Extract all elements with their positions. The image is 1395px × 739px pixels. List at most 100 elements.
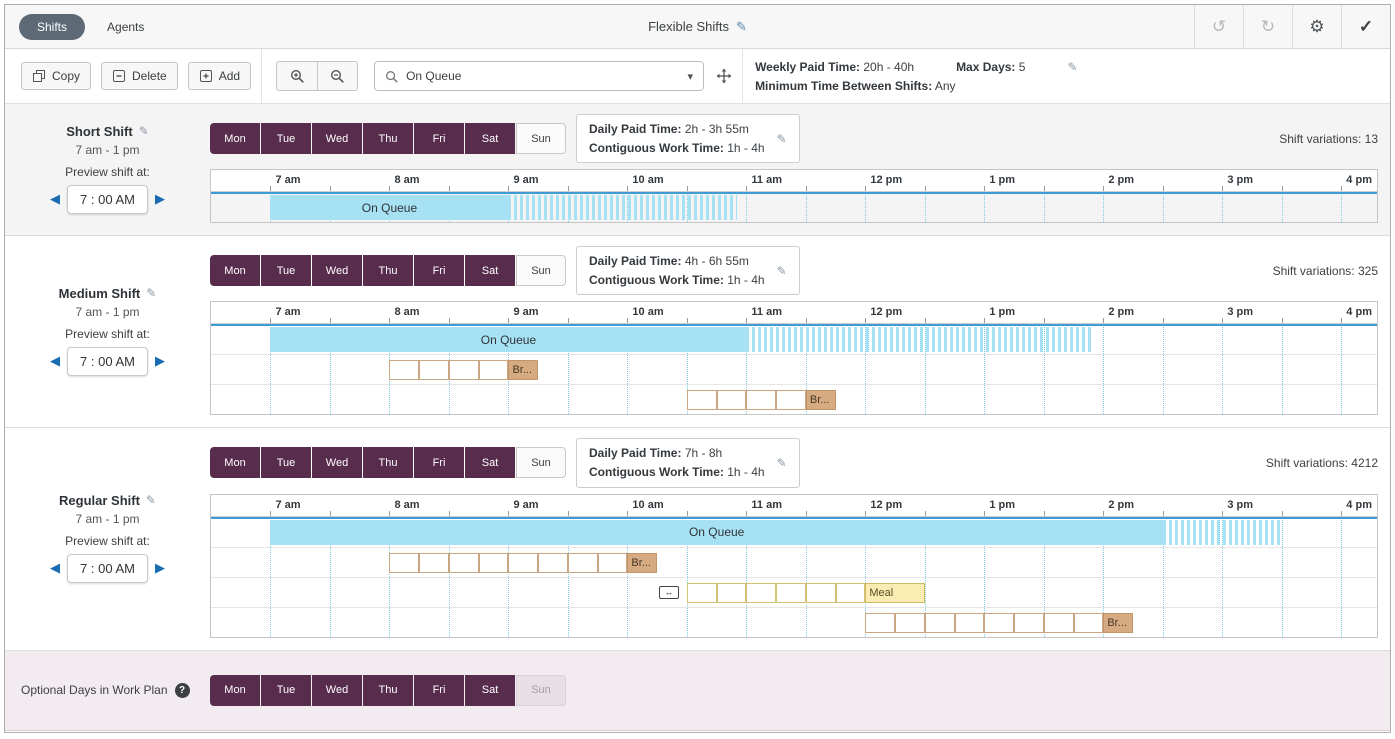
day-button-fri[interactable]: Fri <box>414 675 464 706</box>
activity-search-select[interactable]: On Queue ▾ <box>374 61 704 91</box>
break-slot-cell[interactable] <box>746 390 776 410</box>
edit-shift-icon[interactable]: ✎ <box>146 287 156 299</box>
timeline-row-break: Br... <box>211 547 1377 577</box>
break-slot-cell[interactable] <box>598 553 628 573</box>
on-queue-bar[interactable]: On Queue <box>270 327 746 352</box>
break-slot-cell[interactable] <box>449 553 479 573</box>
break-slot-cell[interactable] <box>1044 613 1074 633</box>
edit-paid-time-icon[interactable]: ✎ <box>777 265 787 277</box>
day-button-sat[interactable]: Sat <box>465 675 515 706</box>
break-slot-cell[interactable] <box>419 360 449 380</box>
delete-button[interactable]: Delete <box>101 62 178 90</box>
day-button-wed[interactable]: Wed <box>312 675 362 706</box>
meal-block[interactable]: Meal <box>865 583 924 603</box>
day-button-wed[interactable]: Wed <box>312 447 362 478</box>
day-button-wed[interactable]: Wed <box>312 123 362 154</box>
day-button-fri[interactable]: Fri <box>414 447 464 478</box>
meal-slot-cell[interactable] <box>806 583 836 603</box>
edit-title-icon[interactable]: ✎ <box>736 20 747 33</box>
break-slot-cell[interactable] <box>895 613 925 633</box>
break-slot-cell[interactable] <box>717 390 747 410</box>
undo-icon[interactable]: ↺ <box>1194 5 1243 48</box>
day-button-sat[interactable]: Sat <box>465 255 515 286</box>
day-button-tue[interactable]: Tue <box>261 255 311 286</box>
break-block[interactable]: Br... <box>1103 613 1133 633</box>
day-button-mon[interactable]: Mon <box>210 123 260 154</box>
day-button-mon[interactable]: Mon <box>210 675 260 706</box>
break-block[interactable]: Br... <box>627 553 657 573</box>
tab-shifts[interactable]: Shifts <box>19 14 85 40</box>
previous-time-arrow[interactable]: ◀ <box>50 560 60 576</box>
day-button-mon[interactable]: Mon <box>210 447 260 478</box>
on-queue-bar[interactable]: On Queue <box>270 520 1162 545</box>
meal-slot-cell[interactable] <box>746 583 776 603</box>
day-button-mon[interactable]: Mon <box>210 255 260 286</box>
edit-paid-time-icon[interactable]: ✎ <box>777 457 787 469</box>
preview-time-value[interactable]: 7 : 00 AM <box>67 185 148 214</box>
break-slot-cell[interactable] <box>568 553 598 573</box>
day-button-sun[interactable]: Sun <box>516 255 566 286</box>
meal-slot-cell[interactable] <box>776 583 806 603</box>
break-slot-cell[interactable] <box>508 553 538 573</box>
meal-slot-cell[interactable] <box>836 583 866 603</box>
break-slot-cell[interactable] <box>419 553 449 573</box>
pan-move-button[interactable] <box>716 68 732 84</box>
day-button-sun[interactable]: Sun <box>516 123 566 154</box>
preview-time-value[interactable]: 7 : 00 AM <box>67 554 148 583</box>
on-queue-bar[interactable]: On Queue <box>270 195 508 220</box>
break-slot-cell[interactable] <box>538 553 568 573</box>
edit-paid-time-icon[interactable]: ✎ <box>777 133 787 145</box>
break-slot-cell[interactable] <box>955 613 985 633</box>
break-slot-cell[interactable] <box>449 360 479 380</box>
gear-icon[interactable]: ⚙ <box>1292 5 1341 48</box>
validate-check-icon[interactable]: ✓ <box>1341 5 1390 48</box>
day-button-thu[interactable]: Thu <box>363 123 413 154</box>
break-slot-cell[interactable] <box>984 613 1014 633</box>
break-block[interactable]: Br... <box>508 360 538 380</box>
break-slot-cell[interactable] <box>389 360 419 380</box>
help-question-icon[interactable]: ? <box>175 683 190 698</box>
day-button-tue[interactable]: Tue <box>261 675 311 706</box>
break-slot-cell[interactable] <box>1074 613 1104 633</box>
zoom-out-button[interactable] <box>317 62 357 90</box>
day-button-thu[interactable]: Thu <box>363 447 413 478</box>
next-time-arrow[interactable]: ▶ <box>155 191 165 207</box>
break-slot-cell[interactable] <box>479 553 509 573</box>
redo-icon[interactable]: ↻ <box>1243 5 1292 48</box>
break-slot-cell[interactable] <box>776 390 806 410</box>
break-slot-cell[interactable] <box>865 613 895 633</box>
break-slot-cell[interactable] <box>389 553 419 573</box>
break-slot-cell[interactable] <box>687 390 717 410</box>
day-button-tue[interactable]: Tue <box>261 123 311 154</box>
day-button-sat[interactable]: Sat <box>465 123 515 154</box>
day-button-wed[interactable]: Wed <box>312 255 362 286</box>
day-button-thu[interactable]: Thu <box>363 675 413 706</box>
previous-time-arrow[interactable]: ◀ <box>50 353 60 369</box>
day-button-thu[interactable]: Thu <box>363 255 413 286</box>
break-slot-cell[interactable] <box>1014 613 1044 633</box>
break-block[interactable]: Br... <box>806 390 836 410</box>
workplan-constraints: Weekly Paid Time: 20h - 40h Max Days: 5 … <box>753 60 1077 93</box>
break-slot-cell[interactable] <box>925 613 955 633</box>
previous-time-arrow[interactable]: ◀ <box>50 191 60 207</box>
meal-slot-cell[interactable] <box>717 583 747 603</box>
next-time-arrow[interactable]: ▶ <box>155 353 165 369</box>
edit-shift-icon[interactable]: ✎ <box>146 494 156 506</box>
contiguous-work-time: Contiguous Work Time: 1h - 4h <box>589 463 765 482</box>
zoom-in-button[interactable] <box>277 62 317 90</box>
day-button-sun[interactable]: Sun <box>516 447 566 478</box>
shift-section-regular-shift: Regular Shift ✎ 7 am - 1 pm Preview shif… <box>5 428 1390 650</box>
meal-slot-cell[interactable] <box>687 583 717 603</box>
day-button-fri[interactable]: Fri <box>414 255 464 286</box>
copy-button[interactable]: Copy <box>21 62 91 90</box>
day-button-sat[interactable]: Sat <box>465 447 515 478</box>
add-button[interactable]: Add <box>188 62 251 90</box>
day-button-fri[interactable]: Fri <box>414 123 464 154</box>
tab-agents[interactable]: Agents <box>95 14 156 40</box>
preview-time-value[interactable]: 7 : 00 AM <box>67 347 148 376</box>
next-time-arrow[interactable]: ▶ <box>155 560 165 576</box>
day-button-tue[interactable]: Tue <box>261 447 311 478</box>
break-slot-cell[interactable] <box>479 360 509 380</box>
edit-constraints-icon[interactable]: ✎ <box>1067 61 1077 73</box>
edit-shift-icon[interactable]: ✎ <box>139 125 149 137</box>
